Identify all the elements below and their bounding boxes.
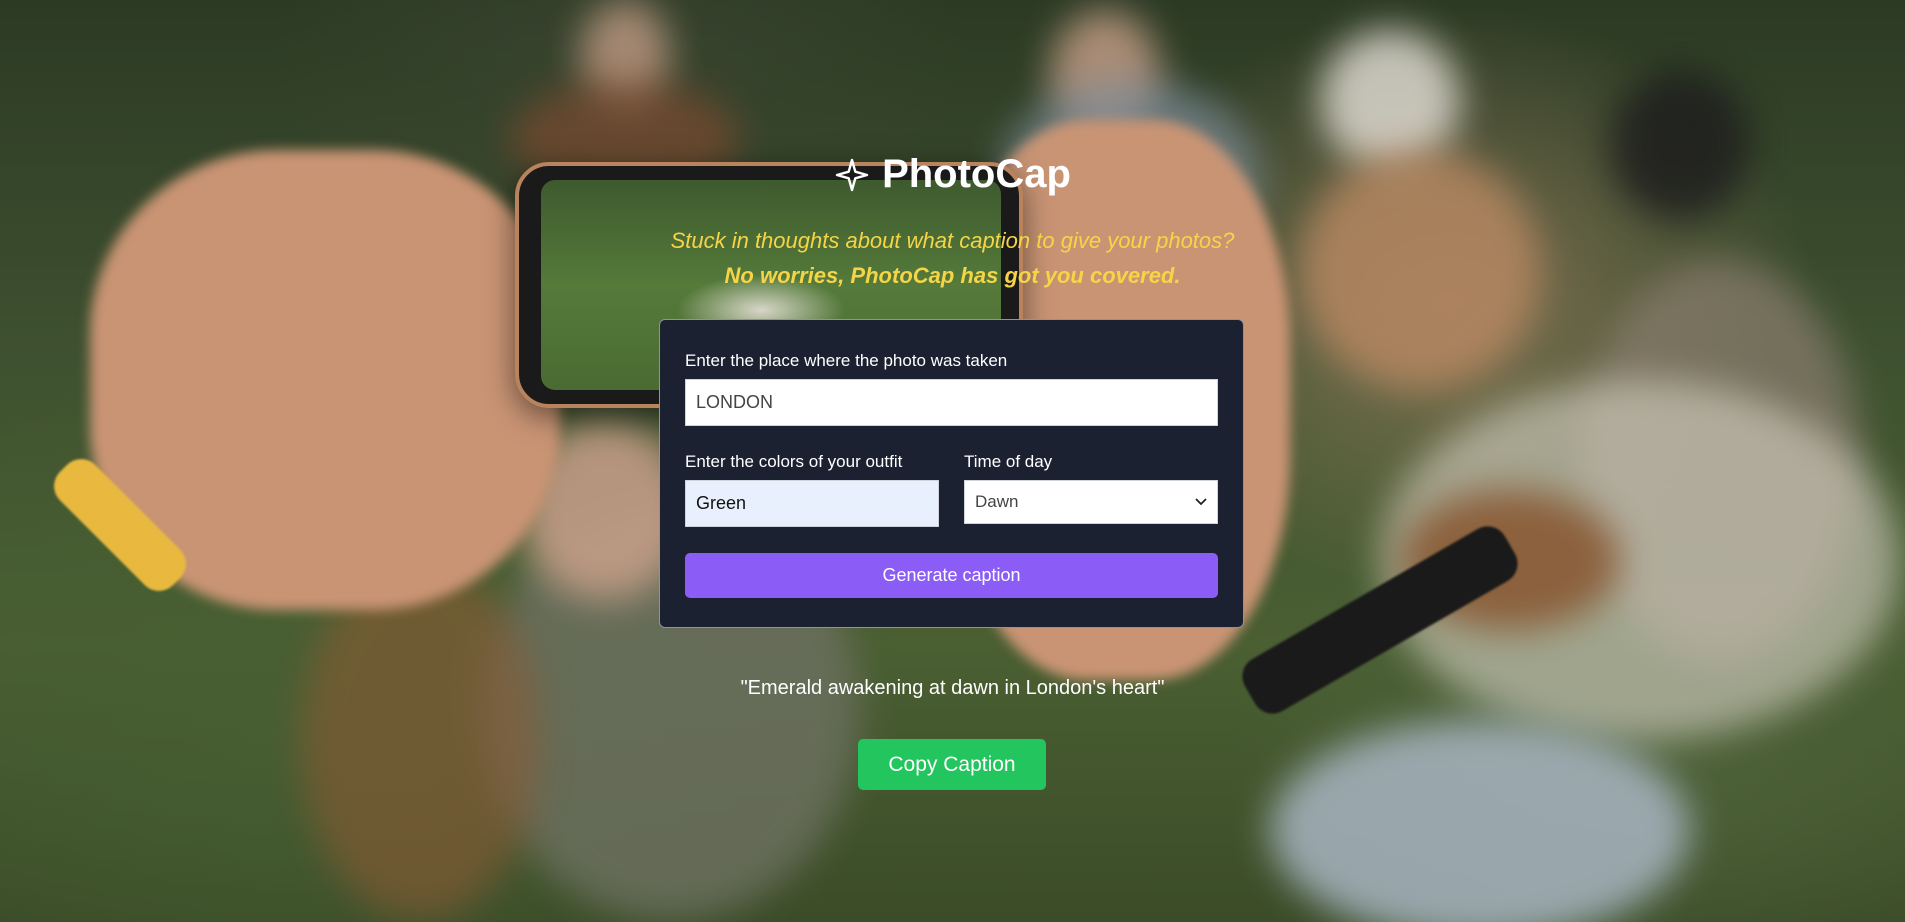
background-figure xyxy=(1610,70,1750,220)
place-input[interactable] xyxy=(685,379,1218,426)
colors-label: Enter the colors of your outfit xyxy=(685,452,903,471)
colors-field: Enter the colors of your outfit xyxy=(685,452,939,527)
form-row: Enter the colors of your outfit Time of … xyxy=(685,452,1218,527)
tagline-reassurance: No worries, PhotoCap has got you covered… xyxy=(724,263,1181,288)
brand-logo: PhotoCap xyxy=(834,152,1071,197)
background-figure xyxy=(1320,30,1460,170)
background-figure xyxy=(300,560,540,920)
sparkle-icon xyxy=(835,158,869,191)
copy-caption-button[interactable]: Copy Caption xyxy=(858,739,1046,790)
time-field: Time of day Dawn xyxy=(964,452,1218,527)
chevron-down-icon xyxy=(1195,498,1207,506)
brand-name: PhotoCap xyxy=(882,152,1071,196)
background-figure xyxy=(1270,720,1690,922)
colors-input[interactable] xyxy=(685,480,939,527)
generated-caption: "Emerald awakening at dawn in London's h… xyxy=(740,677,1165,699)
generate-caption-button[interactable]: Generate caption xyxy=(685,553,1218,598)
time-of-day-select[interactable]: Dawn xyxy=(964,480,1218,524)
header: PhotoCap xyxy=(0,152,1905,198)
time-selected-value: Dawn xyxy=(975,492,1019,511)
tagline-question: Stuck in thoughts about what caption to … xyxy=(670,228,1235,253)
place-label: Enter the place where the photo was take… xyxy=(685,351,1008,370)
caption-form: Enter the place where the photo was take… xyxy=(659,319,1244,628)
time-label: Time of day xyxy=(964,452,1053,471)
